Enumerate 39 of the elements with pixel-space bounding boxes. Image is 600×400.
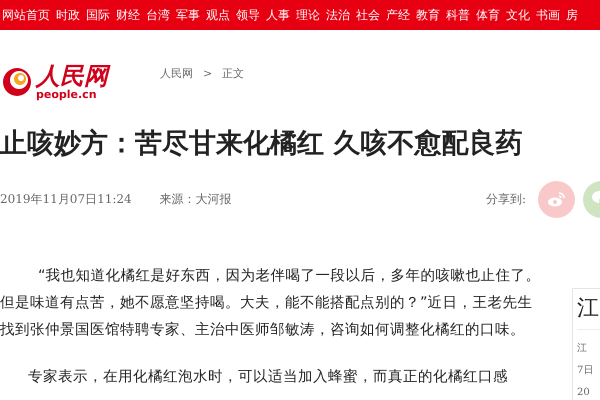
breadcrumb-link[interactable]: 正文 [222,66,244,110]
sidebar-item[interactable]: 7日 [577,360,600,382]
nav-link-item[interactable]: 科普 [446,0,470,30]
publish-date: 2019年11月07日11:24 [0,191,132,208]
nav-link-item[interactable]: 观点 [206,0,230,30]
paragraph-line: 但是味道有点苦，她不愿意坚持喝。大夫，能不能搭配点别的？”近日，王老先生 [0,294,533,313]
nav-link-item[interactable]: 时政 [56,0,80,30]
logo-domain: people.cn [36,89,98,101]
logo-title: 人民网 [36,63,108,89]
share-label: 分享到: [486,191,526,208]
sidebar-title: 江 [577,295,600,323]
breadcrumb-link[interactable]: 人民网 [160,66,193,110]
nav-link-item[interactable]: 理论 [296,0,320,30]
logo-icon [2,67,32,97]
nav-link-item[interactable]: 台湾 [146,0,170,30]
nav-link-item[interactable]: 网站首页 [2,0,50,30]
sidebar-item[interactable]: 江 [577,338,600,360]
nav-link-item[interactable]: 领导 [236,0,260,30]
nav-link-item[interactable]: 教育 [416,0,440,30]
nav-link-item[interactable]: 国际 [86,0,110,30]
eye-swirl-icon [546,191,566,207]
nav-link-item[interactable]: 产经 [386,0,410,30]
paragraph-line: 专家表示，在用化橘红泡水时，可以适当加入蜂蜜，而真正的化橘红口感 [27,368,508,387]
nav-link-item[interactable]: 书画 [536,0,560,30]
weibo-share-button[interactable] [538,180,575,218]
paragraph-line: 找到张仲景国医馆特聘专家、主治中医师邹敏涛，咨询如何调整化橘红的口味。 [0,320,525,340]
nav-link-item[interactable]: 文化 [506,0,530,30]
breadcrumb-separator: > [203,66,212,82]
nav-link-item[interactable]: 军事 [176,0,200,30]
paragraph-line: “我也知道化橘红是好东西，因为老伴喝了一段以后，多年的咳嗽也止住了。 [37,266,541,286]
nav-link-item[interactable]: 财经 [116,0,140,30]
nav-link-item[interactable]: 房 [566,0,578,30]
article-source: 来源：大河报 [160,191,232,208]
article-headline: 止咳妙方：苦尽甘来化橘红 久咳不愈配良药 [0,127,524,161]
nav-link-item[interactable]: 社会 [356,0,380,30]
nav-link-item[interactable]: 人事 [266,0,290,30]
nav-link-item[interactable]: 法治 [326,0,350,30]
nav-link-item[interactable]: 体育 [476,0,500,30]
sidebar-item[interactable]: 20 [577,382,600,400]
